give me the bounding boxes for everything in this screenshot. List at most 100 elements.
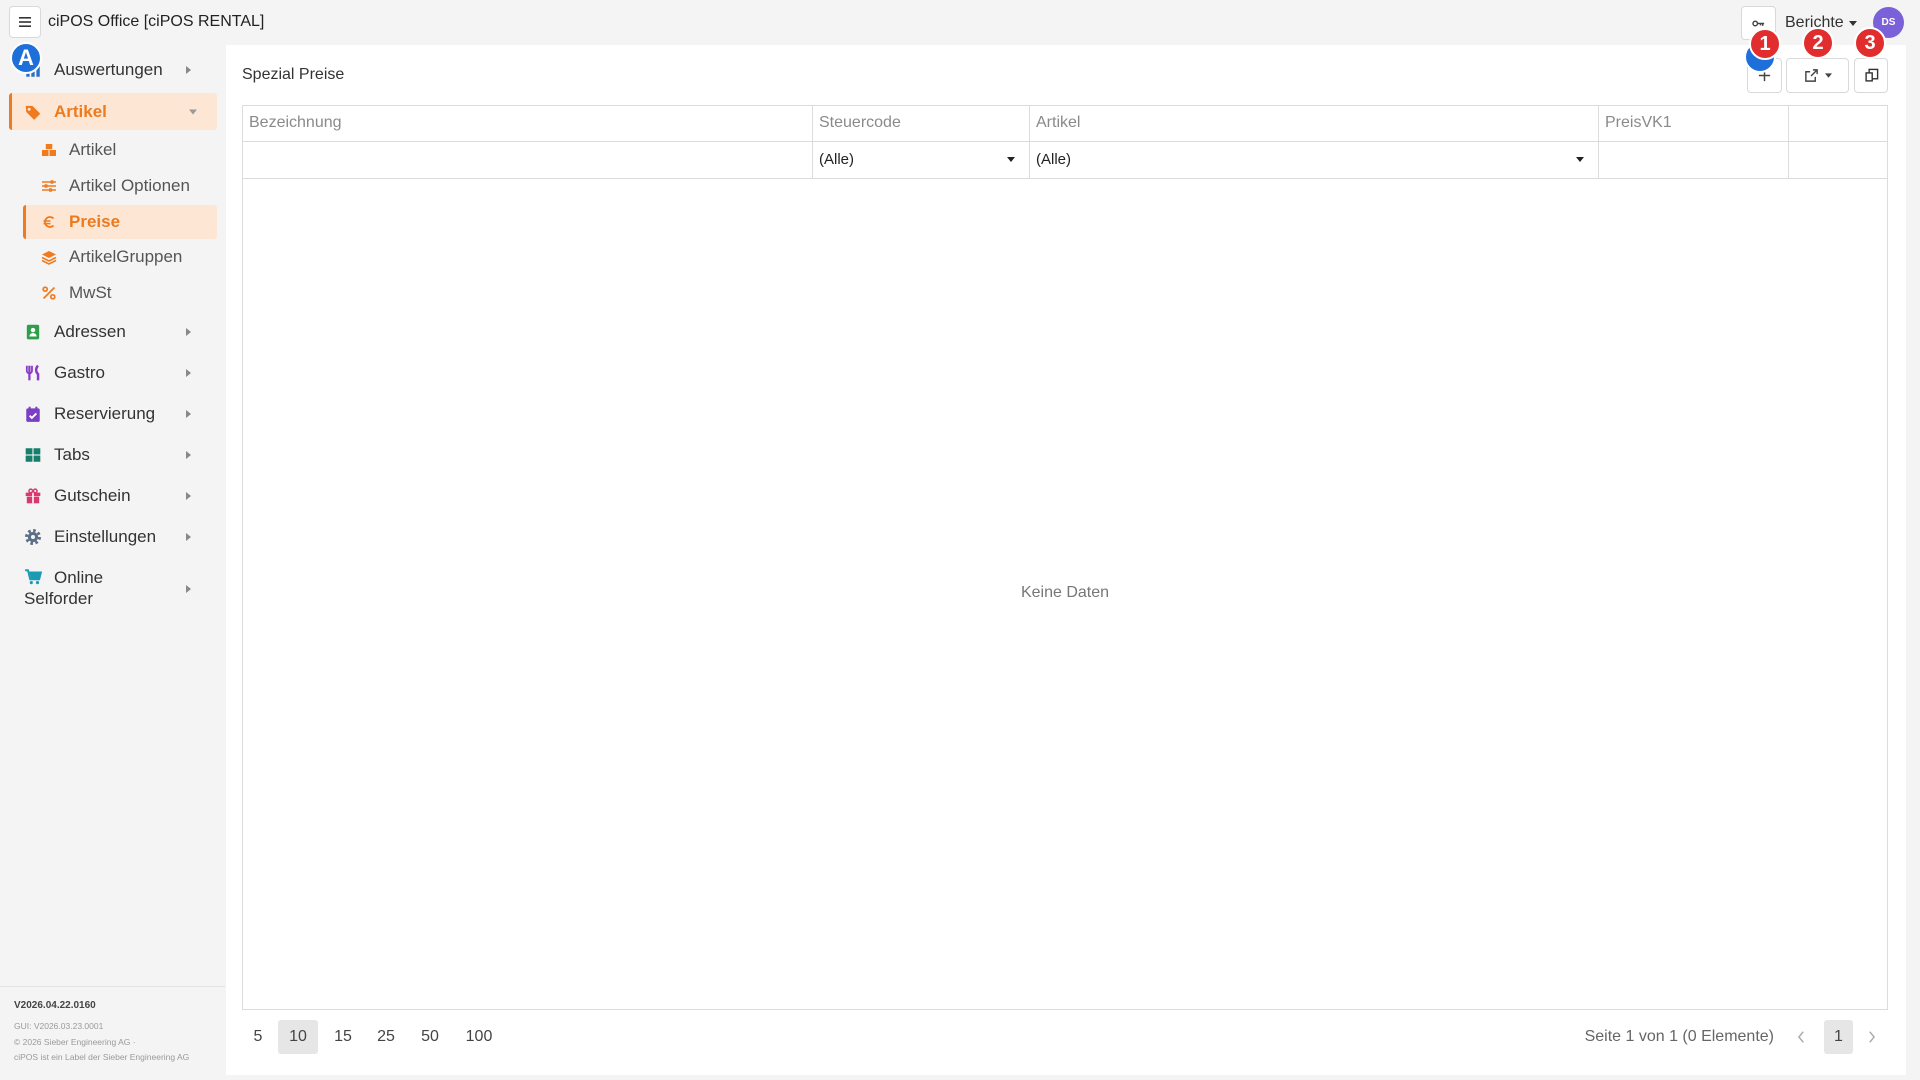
- data-grid: Bezeichnung Steuercode Artikel PreisVK1 …: [242, 105, 1888, 1010]
- caret-down-icon: [1576, 157, 1584, 162]
- empty-state-text: Keine Daten: [1020, 584, 1110, 601]
- grid-icon: [24, 446, 42, 464]
- sidebar-item-online-selforder[interactable]: Online Selforder: [24, 567, 164, 609]
- column-header-artikel[interactable]: Artikel: [1030, 106, 1599, 141]
- sidebar-subitem-label: Artikel Optionen: [69, 176, 190, 195]
- page-size-option[interactable]: 5: [240, 1020, 276, 1054]
- tags-icon: [24, 103, 42, 121]
- filter-steuercode-select[interactable]: (Alle): [813, 142, 1030, 178]
- address-book-icon: [24, 323, 42, 341]
- calendar-check-icon: [24, 405, 42, 423]
- export-icon: [1804, 68, 1819, 83]
- gui-version: GUI: V2026.03.23.0001: [14, 1021, 104, 1031]
- chevron-right-icon: [186, 533, 191, 541]
- grid-header-row: Bezeichnung Steuercode Artikel PreisVK1: [243, 106, 1887, 142]
- column-header-preisvk1[interactable]: PreisVK1: [1599, 106, 1789, 141]
- column-header-actions: [1789, 106, 1887, 141]
- copy-icon: [1864, 68, 1879, 83]
- app-version: V2026.04.22.0160: [14, 1000, 96, 1011]
- prev-page-button[interactable]: [1791, 1020, 1811, 1054]
- chevron-left-icon: [1797, 1030, 1806, 1044]
- filter-artikel-select[interactable]: (Alle): [1030, 142, 1599, 178]
- chevron-right-icon: [1867, 1030, 1876, 1044]
- chevron-right-icon: [186, 66, 191, 74]
- boxes-icon: [41, 142, 57, 158]
- filter-actions-cell: [1789, 142, 1887, 178]
- page-size-option-selected[interactable]: 10: [278, 1020, 318, 1054]
- percent-icon: [41, 285, 57, 301]
- sidebar-subitem-label: MwSt: [69, 283, 112, 302]
- gift-icon: [24, 487, 42, 505]
- sidebar-item-adressen[interactable]: Adressen: [9, 315, 217, 349]
- sidebar-item-label: Einstellungen: [54, 527, 157, 546]
- page-size-option[interactable]: 15: [325, 1020, 361, 1054]
- caret-down-icon: [1848, 20, 1857, 26]
- annotation-badge-a: A: [10, 42, 42, 74]
- sidebar-item-gastro[interactable]: Gastro: [9, 356, 217, 390]
- caret-down-icon: [1824, 73, 1832, 78]
- filter-preisvk1-input[interactable]: [1599, 142, 1789, 178]
- chevron-down-icon: [189, 109, 197, 114]
- caret-down-icon: [1007, 157, 1015, 162]
- chevron-right-icon: [186, 369, 191, 377]
- sidebar-subitem-label: Preise: [69, 212, 121, 231]
- pager-info: Seite 1 von 1 (0 Elemente): [1584, 1028, 1774, 1045]
- annotation-badge-2: 2: [1802, 27, 1834, 59]
- sidebar-item-tabs[interactable]: Tabs: [9, 438, 217, 472]
- sidebar-footer: V2026.04.22.0160 GUI: V2026.03.23.0001 ©…: [0, 986, 225, 1062]
- copy-button[interactable]: [1854, 58, 1888, 93]
- filter-steuercode-value: (Alle): [819, 151, 855, 168]
- filter-bezeichnung-input[interactable]: [243, 142, 813, 178]
- column-header-steuercode[interactable]: Steuercode: [813, 106, 1030, 141]
- sidebar-subitem-label: ArtikelGruppen: [69, 247, 183, 266]
- app-title: ciPOS Office [ciPOS RENTAL]: [48, 13, 265, 30]
- gear-icon: [24, 528, 42, 546]
- chevron-right-icon: [186, 492, 191, 500]
- sidebar-item-artikel[interactable]: Artikel: [9, 93, 217, 130]
- sidebar-item-label: Auswertungen: [54, 60, 163, 79]
- page-size-option[interactable]: 50: [412, 1020, 448, 1054]
- cart-icon: [24, 568, 42, 586]
- page-size-option[interactable]: 100: [457, 1020, 501, 1054]
- annotation-badge-3: 3: [1854, 27, 1886, 59]
- sidebar-item-label: Reservierung: [54, 404, 156, 423]
- top-bar: ciPOS Office [ciPOS RENTAL] Berichte DS: [0, 0, 1920, 45]
- next-page-button[interactable]: [1861, 1020, 1881, 1054]
- chevron-right-icon: [186, 410, 191, 418]
- sidebar-subitem-preise[interactable]: Preise: [23, 205, 217, 239]
- euro-icon: [41, 214, 57, 230]
- sidebar-item-einstellungen[interactable]: Einstellungen: [9, 520, 217, 554]
- export-button[interactable]: [1786, 58, 1849, 93]
- menu-icon: [17, 14, 33, 30]
- page-number-current[interactable]: 1: [1824, 1020, 1853, 1054]
- annotation-badge-1: 1: [1749, 28, 1781, 60]
- sidebar-item-gutschein[interactable]: Gutschein: [9, 479, 217, 513]
- menu-button[interactable]: [9, 6, 41, 38]
- sidebar-item-label: Artikel: [54, 101, 107, 121]
- utensils-icon: [24, 364, 42, 382]
- sidebar-subitem-artikel[interactable]: Artikel: [23, 133, 217, 167]
- sidebar-item-label: Tabs: [54, 445, 90, 464]
- chevron-right-icon: [186, 585, 191, 593]
- sliders-icon: [41, 178, 57, 194]
- sidebar-item-label: Gutschein: [54, 486, 131, 505]
- sidebar-subitem-artikelgruppen[interactable]: ArtikelGruppen: [23, 240, 217, 274]
- column-header-bezeichnung[interactable]: Bezeichnung: [243, 106, 813, 141]
- sidebar: Auswertungen Artikel Artikel Artikel Opt…: [0, 45, 225, 1080]
- sidebar-item-label: Adressen: [54, 322, 126, 341]
- layers-icon: [41, 249, 57, 265]
- page-size-option[interactable]: 25: [368, 1020, 404, 1054]
- chevron-right-icon: [186, 328, 191, 336]
- sidebar-subitem-label: Artikel: [69, 140, 117, 159]
- filter-artikel-value: (Alle): [1036, 151, 1072, 168]
- page-title: Spezial Preise: [242, 66, 345, 83]
- sidebar-item-label: Gastro: [54, 363, 106, 382]
- label-note: ciPOS ist ein Label der Sieber Engineeri…: [14, 1052, 190, 1062]
- main-panel: Spezial Preise Bezeichnung Steuercode Ar…: [226, 45, 1906, 1075]
- sidebar-item-reservierung[interactable]: Reservierung: [9, 397, 217, 431]
- chevron-right-icon: [186, 451, 191, 459]
- sidebar-subitem-artikel-optionen[interactable]: Artikel Optionen: [23, 169, 217, 203]
- sidebar-subitem-mwst[interactable]: MwSt: [23, 276, 217, 310]
- copyright: © 2026 Sieber Engineering AG ·: [14, 1037, 136, 1047]
- grid-filter-row: (Alle) (Alle): [243, 142, 1887, 179]
